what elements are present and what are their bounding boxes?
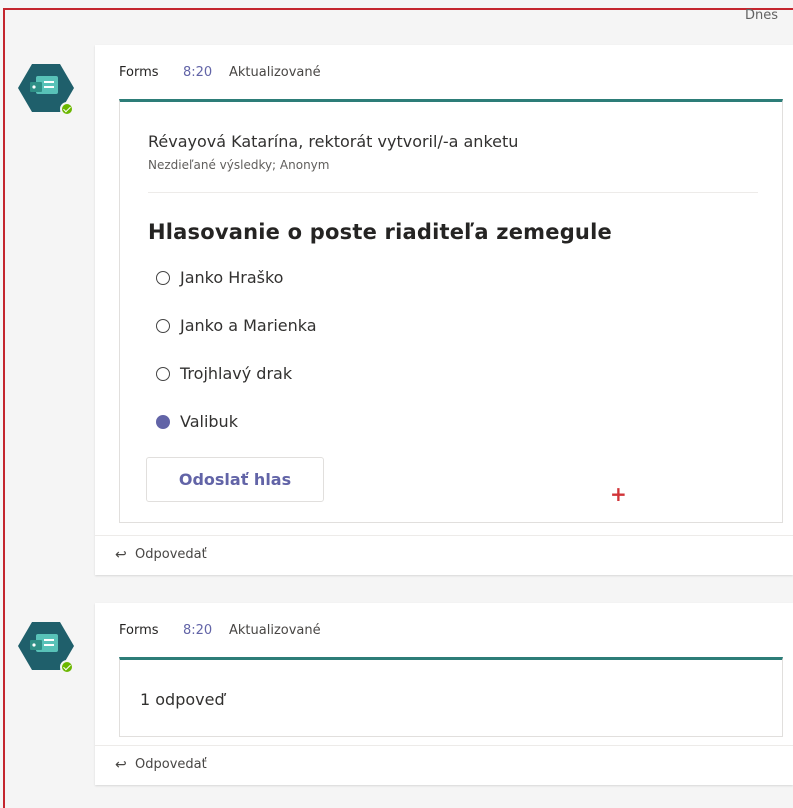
edited-label: Aktualizované xyxy=(229,623,321,638)
reply-bar[interactable]: ↩ Odpovedať xyxy=(95,535,793,576)
sender-name[interactable]: Forms xyxy=(119,65,159,80)
card-divider xyxy=(148,192,758,193)
poll-question: Hlasovanie o poste riaditeľa zemegule xyxy=(148,220,612,244)
poll-option-label: Janko a Marienka xyxy=(180,316,317,335)
message-time: 8:20 xyxy=(183,65,213,80)
reply-bar[interactable]: ↩ Odpovedať xyxy=(95,745,793,786)
poll-option-label: Valibuk xyxy=(180,412,238,431)
sender-name[interactable]: Forms xyxy=(119,623,159,638)
radio-button[interactable] xyxy=(156,319,170,333)
available-status-icon xyxy=(60,102,74,116)
poll-option-label: Trojhlavý drak xyxy=(180,364,293,383)
message-time: 8:20 xyxy=(183,623,213,638)
submit-vote-button[interactable]: Odoslať hlas xyxy=(146,457,324,502)
message-header: Forms 8:20 Aktualizované xyxy=(95,603,793,657)
radio-button[interactable] xyxy=(156,367,170,381)
forms-bot-avatar[interactable] xyxy=(18,60,74,116)
message-post: Forms 8:20 Aktualizované Révayová Katarí… xyxy=(95,45,793,575)
cursor-crosshair-icon: + xyxy=(610,482,627,506)
radio-button-selected[interactable] xyxy=(156,415,170,429)
message-header: Forms 8:20 Aktualizované xyxy=(95,45,793,99)
radio-button[interactable] xyxy=(156,271,170,285)
edited-label: Aktualizované xyxy=(229,65,321,80)
reply-label: Odpovedať xyxy=(135,757,207,772)
poll-response-card: 1 odpoveď xyxy=(119,657,783,737)
date-divider-label: Dnes xyxy=(745,8,779,23)
reply-arrow-icon: ↩ xyxy=(115,757,127,773)
poll-card: Révayová Katarína, rektorát vytvoril/-a … xyxy=(119,99,783,523)
reply-label: Odpovedať xyxy=(135,547,207,562)
response-count: 1 odpoveď xyxy=(140,690,225,709)
poll-results-visibility: Nezdieľané výsledky; Anonym xyxy=(148,158,330,172)
reply-arrow-icon: ↩ xyxy=(115,547,127,563)
poll-option-label: Janko Hraško xyxy=(180,268,284,287)
forms-bot-avatar[interactable] xyxy=(18,618,74,674)
poll-creator-text: Révayová Katarína, rektorát vytvoril/-a … xyxy=(148,132,519,151)
available-status-icon xyxy=(60,660,74,674)
message-post: Forms 8:20 Aktualizované 1 odpoveď ↩ Odp… xyxy=(95,603,793,785)
